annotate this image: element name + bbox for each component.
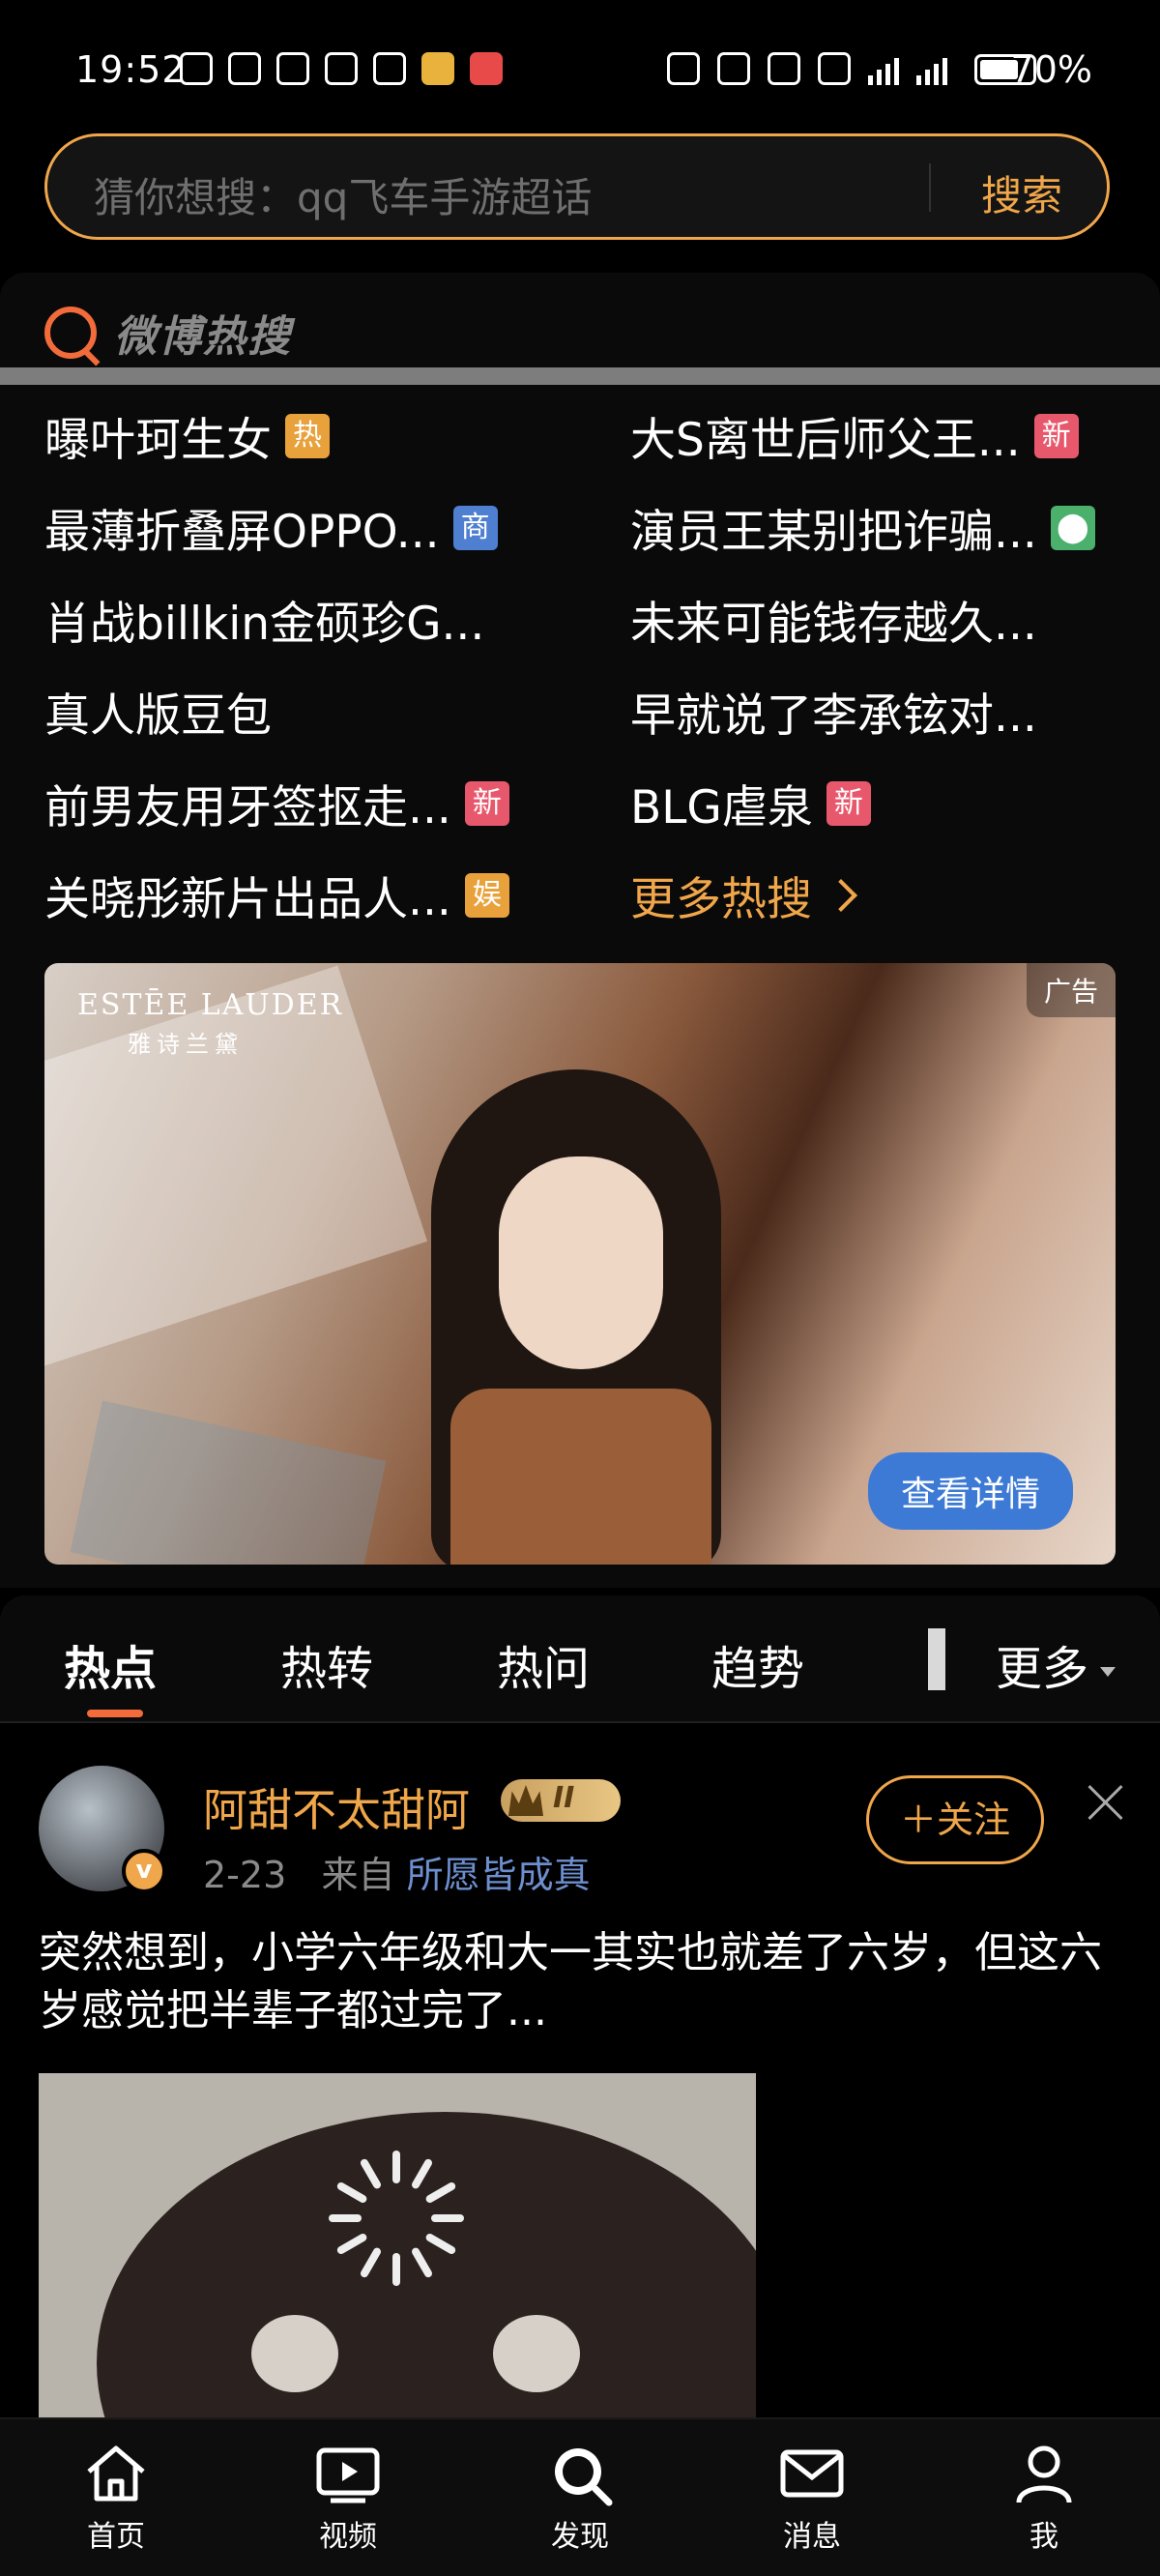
hot-search-item[interactable]: 最薄折叠屏OPPO... 商	[44, 494, 498, 561]
post-text[interactable]: 突然想到，小学六年级和大一其实也就差了六岁，但这六岁感觉把半辈子都过完了...	[39, 1924, 1121, 2040]
hot-search-item[interactable]: 演员王某别把诈骗... ⬤	[630, 494, 1095, 561]
home-icon	[87, 2445, 145, 2502]
follow-button[interactable]: ＋关注	[866, 1775, 1044, 1864]
profile-icon	[1016, 2445, 1072, 2503]
ad-detail-button[interactable]: 查看详情	[867, 1452, 1073, 1530]
search-divider	[929, 163, 931, 212]
eye-icon	[228, 52, 261, 85]
nav-messages[interactable]: 消息	[744, 2439, 880, 2555]
video-icon	[316, 2447, 380, 2503]
post-image[interactable]	[39, 2073, 756, 2421]
hot-search-item[interactable]: 关晓彤新片出品人... 娱	[44, 862, 509, 928]
location-pin-icon: ⬤	[1050, 505, 1095, 550]
discover-search-icon	[555, 2448, 613, 2506]
close-icon[interactable]	[1087, 1783, 1125, 1822]
tab-questions[interactable]: 热问	[497, 1630, 590, 1698]
post-meta: 2-23 来自 所愿皆成真	[203, 1845, 591, 1898]
hot-search-list: 曝叶珂生女 热 大S离世后师父王... 新 最薄折叠屏OPPO... 商 演员王…	[44, 395, 1137, 946]
post-date: 2-23	[203, 1854, 287, 1896]
new-badge: 新	[464, 780, 509, 826]
battery-level: 70%	[1010, 48, 1092, 91]
status-time: 19:52	[75, 48, 187, 91]
verified-badge-icon: v	[122, 1849, 166, 1893]
loading-spinner-icon	[329, 2151, 464, 2286]
new-badge: 新	[1033, 413, 1079, 458]
entertainment-badge: 娱	[464, 872, 509, 918]
post-source-link[interactable]: 所愿皆成真	[407, 1854, 591, 1896]
app-icon	[373, 52, 406, 85]
hot-search-panel: 微博热搜 曝叶珂生女 热 大S离世后师父王... 新 最薄折叠屏OPPO... …	[0, 273, 1160, 1588]
tab-trends[interactable]: 趋势	[711, 1630, 804, 1698]
hot-badge: 热	[285, 413, 330, 458]
business-badge: 商	[452, 505, 498, 550]
divider	[0, 367, 1160, 385]
search-placeholder[interactable]: 猜你想搜：qq飞车手游超话	[94, 165, 592, 224]
tab-scroll-fade	[928, 1628, 945, 1690]
search-button[interactable]: 搜索	[981, 163, 1062, 222]
ad-brand-cn: 雅诗兰黛	[128, 1031, 244, 1058]
hot-search-item[interactable]: 前男友用牙签抠走... 新	[44, 770, 509, 836]
hot-search-item[interactable]: 曝叶珂生女 热	[44, 402, 330, 469]
status-notification-icons	[180, 52, 503, 85]
search-bar[interactable]: 猜你想搜：qq飞车手游超话 搜索	[44, 133, 1110, 240]
hot-search-item[interactable]: 早就说了李承铉对...	[630, 678, 1037, 745]
post-username[interactable]: 阿甜不太甜阿	[203, 1775, 470, 1839]
signal-5g-icon	[868, 52, 899, 85]
feed-tabs: 热点 热转 热问 趋势 更多	[0, 1595, 1160, 1723]
tab-more-dropdown[interactable]: 更多	[996, 1630, 1116, 1698]
nav-video[interactable]: 视频	[280, 2439, 416, 2555]
hot-search-item[interactable]: 真人版豆包	[44, 678, 272, 745]
nav-discover[interactable]: 发现	[512, 2439, 648, 2555]
ad-model-image	[431, 1069, 721, 1565]
nav-profile[interactable]: 我	[976, 2439, 1112, 2555]
weibo-icon	[421, 52, 454, 85]
more-hot-search-link[interactable]: 更多热搜	[630, 862, 857, 928]
crown-icon	[508, 1785, 543, 1816]
new-badge: 新	[826, 780, 871, 826]
wifi-icon	[818, 52, 851, 85]
screenshot-icon	[180, 52, 213, 85]
tab-repost[interactable]: 热转	[280, 1630, 373, 1698]
dropdown-arrow-icon	[1100, 1667, 1116, 1677]
search-logo-icon	[44, 307, 97, 359]
bottom-nav: 首页 视频 发现 消息 我	[0, 2417, 1160, 2576]
hot-search-item[interactable]: BLG虐泉 新	[630, 770, 871, 836]
vibrate-icon	[717, 52, 750, 85]
post-from-label: 来自	[321, 1854, 395, 1896]
mute-icon	[768, 52, 800, 85]
member-level-badge: II	[501, 1779, 621, 1822]
mail-icon	[780, 2449, 844, 2498]
app-red-icon	[470, 52, 503, 85]
signal-5g-2-icon	[916, 52, 947, 85]
ad-banner[interactable]: ESTĒE LAUDER 雅诗兰黛 广告 查看详情	[44, 963, 1116, 1565]
nav-home[interactable]: 首页	[48, 2439, 184, 2555]
nfc-icon	[276, 52, 309, 85]
hot-search-item[interactable]: 大S离世后师父王... 新	[630, 402, 1079, 469]
hot-search-logo[interactable]: 微博热搜	[44, 302, 292, 364]
hot-search-item[interactable]: 肖战billkin金硕珍G...	[44, 586, 484, 653]
alarm-icon	[325, 52, 358, 85]
hot-search-item[interactable]: 未来可能钱存越久...	[630, 586, 1037, 653]
headphones-icon	[667, 52, 700, 85]
status-system-icons	[667, 52, 947, 85]
tab-indicator	[87, 1710, 143, 1717]
tab-hot[interactable]: 热点	[64, 1630, 157, 1698]
hot-search-title: 微博热搜	[114, 312, 292, 362]
status-bar: 19:52 70%	[0, 0, 1160, 135]
ad-label: 广告	[1026, 963, 1116, 1017]
feed-post: v 阿甜不太甜阿 II 2-23 来自 所愿皆成真 ＋关注 突然想到，小学六年级…	[0, 1725, 1160, 2421]
ad-brand-logo: ESTĒE LAUDER	[77, 988, 344, 1022]
chevron-right-icon	[825, 878, 857, 912]
